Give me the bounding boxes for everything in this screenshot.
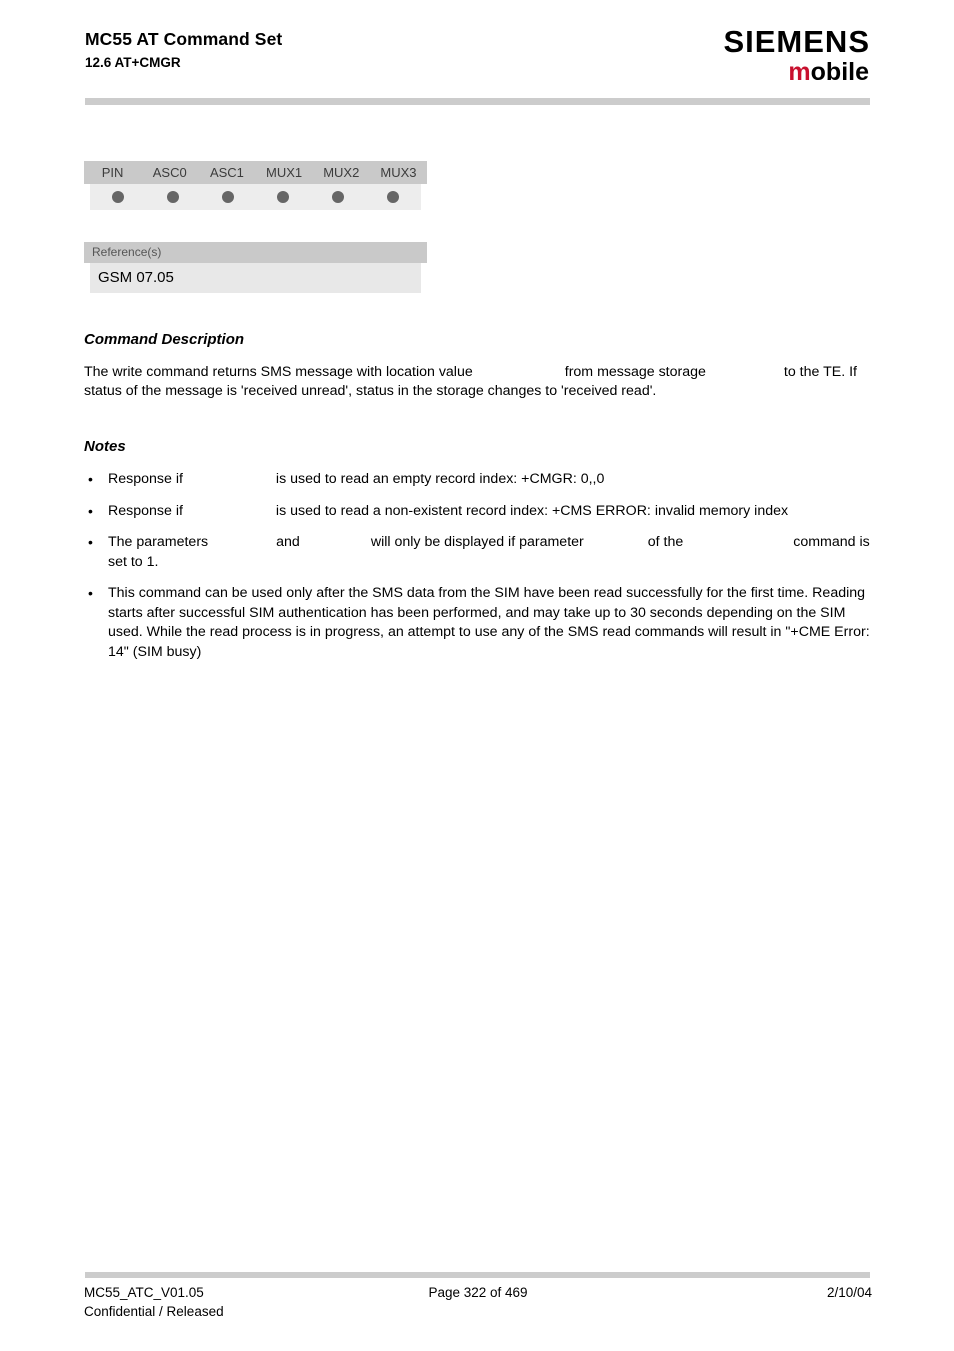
note-item: • This command can be used only after the…: [84, 584, 872, 662]
bullet-icon: •: [88, 502, 93, 519]
interface-table-value-row: [90, 184, 421, 210]
note-text-part-4: of the: [647, 534, 684, 550]
parameter-placeholder-index: [473, 363, 565, 382]
filled-circle-icon: [332, 191, 345, 203]
filled-circle-icon: [111, 191, 124, 203]
cell-mux1: [256, 191, 311, 203]
note-text-part-1: The parameters: [108, 534, 209, 550]
cell-pin: [90, 191, 145, 203]
note-item: • Response if is used to read an empty re…: [84, 470, 872, 490]
note-text-part-2: and: [276, 534, 300, 550]
header-titles: MC55 AT Command Set 12.6 AT+CMGR: [85, 28, 282, 72]
filled-circle-icon: [387, 191, 400, 203]
column-header-asc0: ASC0: [152, 165, 187, 180]
bullet-icon: •: [88, 585, 93, 601]
main-content: Command Description The write command re…: [84, 330, 872, 662]
column-header-mux2: MUX2: [323, 165, 360, 180]
parameter-placeholder-param-a: [208, 533, 276, 553]
section-heading: 12.6 AT+CMGR: [85, 55, 181, 70]
footer-divider: [85, 1272, 870, 1278]
references-label: Reference(s): [84, 242, 427, 263]
references-box: Reference(s) GSM 07.05: [84, 242, 427, 299]
bullet-icon: •: [88, 471, 93, 487]
description-text-part-1: The write command returns SMS message wi…: [84, 364, 473, 380]
bullet-icon: •: [88, 534, 93, 550]
interface-availability-table: PIN ASC0 ASC1 MUX1 MUX2 MUX3: [84, 161, 427, 216]
cell-mux3: [366, 191, 421, 203]
interface-table-header-row: PIN ASC0 ASC1 MUX1 MUX2 MUX3: [84, 161, 427, 184]
command-description-heading: Command Description: [84, 331, 245, 348]
footer-date: 2/10/04: [826, 1285, 872, 1300]
column-header-mux3: MUX3: [380, 165, 417, 180]
parameter-placeholder-mem1: [706, 363, 784, 382]
parameter-placeholder-command: [683, 533, 793, 553]
document-title: MC55 AT Command Set: [85, 29, 283, 49]
parameter-placeholder-param-b: [300, 533, 371, 553]
note-item: • Response if is used to read a non-exist…: [84, 502, 872, 522]
notes-list: • Response if is used to read an empty re…: [84, 470, 872, 662]
filled-circle-icon: [221, 191, 234, 203]
document-page: MC55 AT Command Set 12.6 AT+CMGR SIEMENS…: [0, 0, 954, 1351]
mobile-m-letter: m: [788, 58, 811, 86]
note-text-part-2: is used to read an empty record index: +…: [275, 471, 605, 487]
siemens-mobile-logo: SIEMENS mobile: [723, 26, 870, 85]
page-footer: MC55_ATC_V01.05 Page 322 of 469 2/10/04 …: [84, 1283, 872, 1321]
description-text-part-2: from message storage: [564, 364, 706, 380]
mobile-wordmark: mobile: [723, 60, 869, 85]
footer-row-primary: MC55_ATC_V01.05 Page 322 of 469 2/10/04: [84, 1283, 872, 1302]
cell-asc0: [145, 191, 200, 203]
footer-page-number: Page 322 of 469: [428, 1285, 528, 1300]
filled-circle-icon: [166, 191, 179, 203]
siemens-wordmark: SIEMENS: [723, 24, 870, 59]
references-value: GSM 07.05: [90, 263, 421, 293]
note-text-part-1: Response if: [108, 471, 183, 487]
footer-classification: Confidential / Released: [84, 1304, 224, 1319]
note-text-part-2: is used to read a non-existent record in…: [275, 502, 789, 519]
cell-asc1: [200, 191, 255, 203]
header-divider: [85, 98, 870, 105]
parameter-placeholder-cmgr-index: [183, 470, 276, 490]
note-text-part-1: This command can be used only after the …: [108, 585, 870, 660]
note-item: • The parameters and will only be display…: [84, 533, 872, 572]
cell-mux2: [311, 191, 366, 203]
filled-circle-icon: [277, 191, 290, 203]
mobile-obile-letters: obile: [810, 58, 869, 86]
column-header-pin: PIN: [101, 165, 124, 180]
note-text-part-3: will only be displayed if parameter: [370, 534, 584, 550]
command-description-paragraph: The write command returns SMS message wi…: [84, 363, 872, 401]
footer-row-secondary: Confidential / Released: [84, 1302, 872, 1321]
parameter-placeholder-cmgr-index: [183, 502, 276, 522]
note-text-part-1: Response if: [108, 502, 183, 519]
parameter-placeholder-param-c: [584, 533, 648, 553]
column-header-asc1: ASC1: [209, 165, 244, 180]
column-header-mux1: MUX1: [266, 165, 303, 180]
notes-heading: Notes: [84, 438, 126, 455]
page-header: MC55 AT Command Set 12.6 AT+CMGR SIEMENS…: [0, 0, 954, 110]
